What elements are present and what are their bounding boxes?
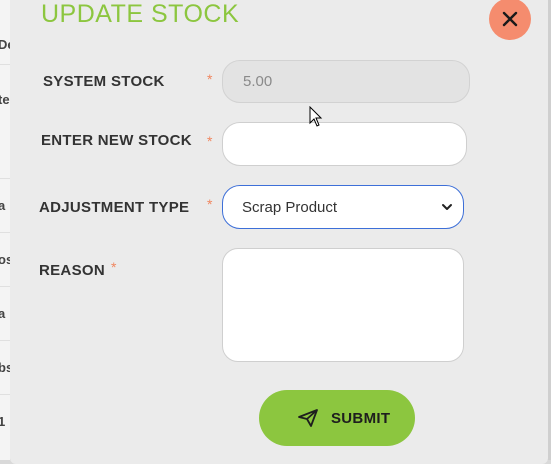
submit-content: SUBMIT (297, 390, 390, 446)
background-table: De te a os a bs 1 (0, 0, 10, 460)
mouse-cursor-icon (309, 106, 323, 127)
background-text: De (0, 37, 10, 52)
system-stock-field: 5.00 (222, 60, 470, 103)
background-text: 1 (0, 414, 6, 429)
adjustment-type-label: ADJUSTMENT TYPE (39, 199, 190, 216)
required-asterisk: * (111, 259, 117, 275)
required-asterisk: * (207, 196, 213, 212)
background-text: a (0, 306, 6, 321)
new-stock-input[interactable] (222, 122, 467, 166)
background-text: te (0, 92, 10, 107)
adjustment-type-value: Scrap Product (242, 198, 338, 216)
background-divider (0, 394, 10, 395)
background-text: os (0, 252, 10, 267)
required-asterisk: * (207, 71, 213, 87)
background-divider (0, 340, 10, 341)
background-divider (0, 232, 10, 233)
background-text: a (0, 198, 6, 213)
new-stock-label: ENTER NEW STOCK (41, 132, 192, 149)
required-asterisk: * (207, 133, 213, 149)
adjustment-type-select[interactable]: Scrap Product (222, 185, 464, 229)
update-stock-modal: UPDATE STOCK SYSTEM STOCK * 5.00 ENTER N… (10, 0, 548, 464)
submit-button[interactable]: SUBMIT (259, 390, 415, 446)
chevron-down-icon (442, 204, 452, 210)
close-icon (502, 11, 518, 27)
send-icon (298, 409, 318, 427)
system-stock-label: SYSTEM STOCK (43, 73, 165, 90)
modal-title: UPDATE STOCK (41, 0, 240, 28)
background-divider (0, 178, 10, 179)
background-divider (0, 64, 10, 65)
background-divider (0, 286, 10, 287)
reason-label: REASON (39, 262, 105, 279)
reason-textarea[interactable] (222, 248, 464, 362)
submit-label: SUBMIT (331, 409, 391, 427)
background-text: bs (0, 360, 10, 375)
close-button[interactable] (489, 0, 531, 40)
